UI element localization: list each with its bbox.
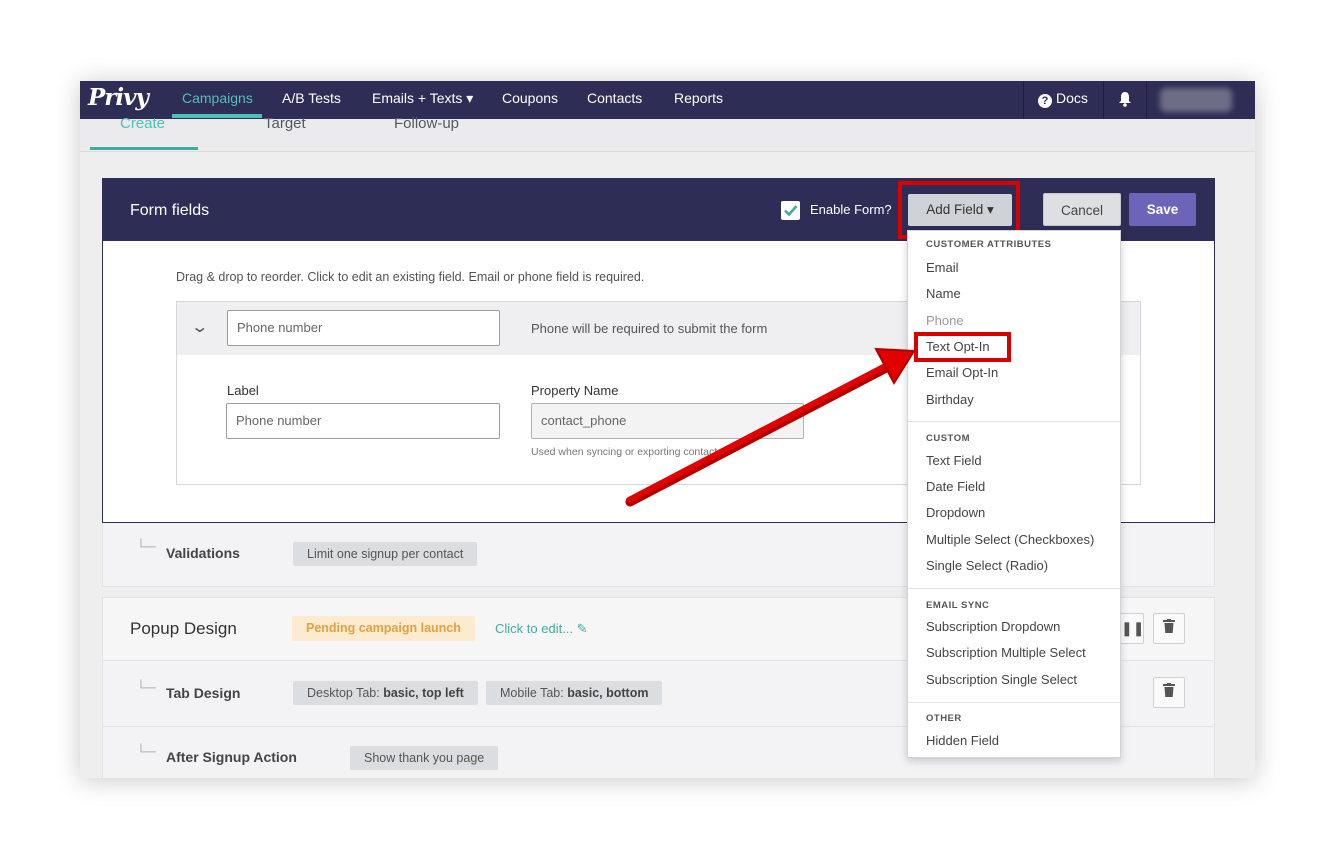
field-name-input[interactable]: Phone number xyxy=(227,310,500,346)
form-fields-hint: Drag & drop to reorder. Click to edit an… xyxy=(176,270,645,284)
nav-separator xyxy=(1023,81,1024,119)
dropdown-item-subscription-multiple[interactable]: Subscription Multiple Select xyxy=(926,645,1086,660)
dropdown-divider xyxy=(908,702,1120,703)
tab-follow-up[interactable]: Follow-up xyxy=(394,115,459,132)
tab-target[interactable]: Target xyxy=(264,115,306,132)
dropdown-item-date-field[interactable]: Date Field xyxy=(926,479,985,494)
bell-icon[interactable] xyxy=(1118,91,1132,112)
mobile-tab-value: basic, bottom xyxy=(567,686,649,700)
property-name-input: contact_phone xyxy=(531,403,804,439)
mobile-tab-pill[interactable]: Mobile Tab: basic, bottom xyxy=(486,681,663,705)
dropdown-item-text-field[interactable]: Text Field xyxy=(926,453,982,468)
trash-icon[interactable] xyxy=(1153,677,1185,708)
edit-link-label: Click to edit... xyxy=(495,621,574,636)
validation-pill[interactable]: Limit one signup per contact xyxy=(293,542,478,566)
dropdown-item-birthday[interactable]: Birthday xyxy=(926,392,974,407)
dropdown-item-phone: Phone xyxy=(926,313,964,328)
form-fields-title: Form fields xyxy=(130,202,210,219)
pencil-icon: ✎ xyxy=(576,621,588,636)
dropdown-divider xyxy=(908,588,1120,589)
nav-reports[interactable]: Reports xyxy=(674,90,723,106)
campaign-subtabs xyxy=(80,119,1255,152)
label-title: Label xyxy=(227,383,259,398)
checkmark-icon xyxy=(784,205,798,217)
app-window: Privy Campaigns A/B Tests Emails + Texts… xyxy=(80,81,1255,778)
save-button[interactable]: Save xyxy=(1129,193,1196,226)
dropdown-item-subscription-single[interactable]: Subscription Single Select xyxy=(926,672,1077,687)
dropdown-item-subscription-dropdown[interactable]: Subscription Dropdown xyxy=(926,619,1060,634)
trash-icon[interactable] xyxy=(1153,613,1185,644)
popup-design-label: Popup Design xyxy=(130,619,237,638)
after-signup-label: After Signup Action xyxy=(166,749,297,765)
nav-ab-tests[interactable]: A/B Tests xyxy=(282,90,341,106)
cancel-button[interactable]: Cancel xyxy=(1043,193,1121,226)
text-opt-in-highlight xyxy=(914,332,1011,362)
nav-separator xyxy=(1146,81,1147,119)
enable-form-checkbox[interactable] xyxy=(781,201,800,220)
tree-branch-icon: └─ xyxy=(136,538,156,554)
tree-branch-icon: └─ xyxy=(136,679,156,695)
nav-contacts[interactable]: Contacts xyxy=(587,90,642,106)
desktop-tab-pill[interactable]: Desktop Tab: basic, top left xyxy=(293,681,478,705)
field-required-note: Phone will be required to submit the for… xyxy=(531,321,768,336)
dropdown-heading: OTHER xyxy=(926,713,962,724)
nav-campaigns[interactable]: Campaigns xyxy=(182,90,253,106)
docs-link[interactable]: ? Docs xyxy=(1038,90,1088,108)
mobile-tab-prefix: Mobile Tab: xyxy=(500,686,564,700)
tab-create[interactable]: Create xyxy=(120,115,165,132)
dropdown-divider xyxy=(908,421,1120,422)
tab-design-label: Tab Design xyxy=(166,685,241,701)
dropdown-item-email-opt-in[interactable]: Email Opt-In xyxy=(926,365,998,380)
click-to-edit-link[interactable]: Click to edit... ✎ xyxy=(495,621,588,637)
user-avatar[interactable] xyxy=(1160,88,1232,112)
dropdown-item-dropdown[interactable]: Dropdown xyxy=(926,505,985,520)
dropdown-heading: EMAIL SYNC xyxy=(926,600,990,611)
dropdown-item-single-select[interactable]: Single Select (Radio) xyxy=(926,558,1048,573)
dropdown-item-multiple-select[interactable]: Multiple Select (Checkboxes) xyxy=(926,532,1094,547)
pending-status-badge: Pending campaign launch xyxy=(292,616,475,641)
subtab-active-underline xyxy=(90,147,198,150)
dropdown-heading: CUSTOMER ATTRIBUTES xyxy=(926,239,1052,250)
privy-logo[interactable]: Privy xyxy=(88,84,149,111)
tree-branch-icon: └─ xyxy=(136,743,156,759)
desktop-tab-value: basic, top left xyxy=(383,686,464,700)
label-input[interactable]: Phone number xyxy=(226,403,500,439)
nav-separator xyxy=(1103,81,1104,119)
nav-coupons[interactable]: Coupons xyxy=(502,90,558,106)
nav-emails-texts[interactable]: Emails + Texts ▾ xyxy=(372,90,473,107)
dropdown-item-email[interactable]: Email xyxy=(926,260,959,275)
dropdown-heading: CUSTOM xyxy=(926,433,970,444)
desktop-tab-prefix: Desktop Tab: xyxy=(307,686,380,700)
validations-label: Validations xyxy=(166,545,240,561)
dropdown-item-name[interactable]: Name xyxy=(926,286,961,301)
property-name-title: Property Name xyxy=(531,383,619,398)
help-icon: ? xyxy=(1038,94,1052,108)
nav-active-underline xyxy=(172,114,262,118)
dropdown-item-hidden-field[interactable]: Hidden Field xyxy=(926,733,999,748)
enable-form-label: Enable Form? xyxy=(810,202,892,217)
property-name-note: Used when syncing or exporting contacts xyxy=(531,446,723,458)
pause-icon[interactable]: ❚❚ xyxy=(1120,613,1144,644)
after-signup-pill[interactable]: Show thank you page xyxy=(350,746,499,770)
docs-label: Docs xyxy=(1056,90,1088,106)
chevron-down-icon[interactable]: ⌄ xyxy=(190,317,209,337)
